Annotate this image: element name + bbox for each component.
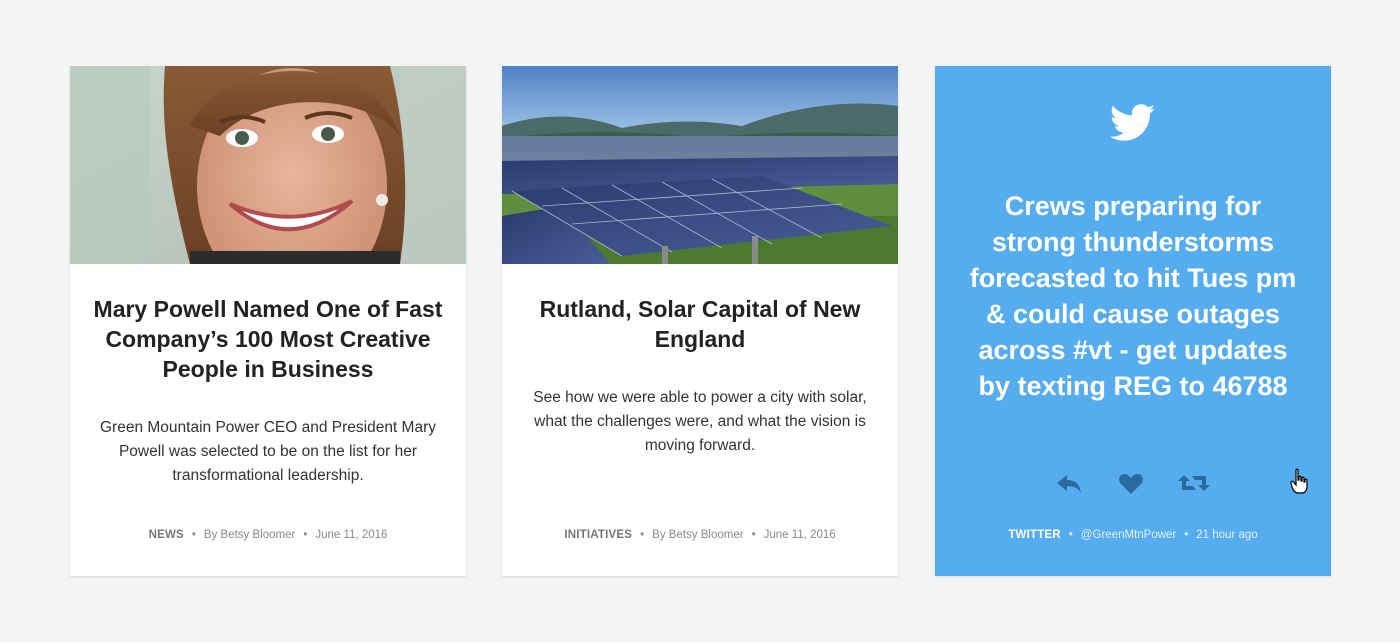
heart-icon[interactable] — [1116, 468, 1146, 498]
tweet-text[interactable]: Crews preparing for strong thunderstorms… — [965, 188, 1301, 404]
article-card[interactable]: Mary Powell Named One of Fast Company’s … — [70, 66, 466, 576]
article-meta: NEWS • By Betsy Bloomer • June 11, 2016 — [70, 529, 466, 541]
separator-dot: • — [1068, 529, 1073, 541]
article-category[interactable]: INITIATIVES — [564, 529, 632, 541]
article-date: June 11, 2016 — [315, 529, 388, 541]
separator-dot: • — [751, 529, 756, 541]
separator-dot: • — [303, 529, 308, 541]
hand-cursor-icon — [1290, 468, 1308, 494]
tweet-time: 21 hour ago — [1196, 529, 1258, 541]
article-excerpt: Green Mountain Power CEO and President M… — [100, 419, 436, 484]
tweet-actions — [935, 468, 1331, 498]
article-excerpt: See how we were able to power a city wit… — [533, 389, 867, 454]
article-title[interactable]: Rutland, Solar Capital of New England — [522, 294, 878, 354]
article-category[interactable]: NEWS — [149, 529, 184, 541]
tweet-handle[interactable]: @GreenMtnPower — [1081, 529, 1176, 541]
separator-dot: • — [640, 529, 645, 541]
tweet-source[interactable]: TWITTER — [1008, 529, 1061, 541]
article-meta: INITIATIVES • By Betsy Bloomer • June 11, 20… — [502, 529, 898, 541]
tweet-card[interactable]: Crews preparing for strong thunderstorms… — [935, 66, 1331, 576]
reply-icon[interactable] — [1054, 468, 1084, 498]
article-date: June 11, 2016 — [763, 529, 836, 541]
twitter-bird-icon — [1110, 104, 1156, 141]
article-title[interactable]: Mary Powell Named One of Fast Company’s … — [90, 294, 446, 384]
retweet-icon[interactable] — [1176, 468, 1212, 498]
article-image-solar[interactable] — [502, 66, 898, 264]
article-author: By Betsy Bloomer — [203, 529, 296, 541]
article-image-portrait[interactable] — [70, 66, 466, 264]
separator-dot: • — [191, 529, 196, 541]
tweet-meta: TWITTER • @GreenMtnPower • 21 hour ago — [935, 529, 1331, 541]
separator-dot: • — [1184, 529, 1189, 541]
article-card[interactable]: Rutland, Solar Capital of New England Se… — [502, 66, 898, 576]
article-author: By Betsy Bloomer — [652, 529, 744, 541]
